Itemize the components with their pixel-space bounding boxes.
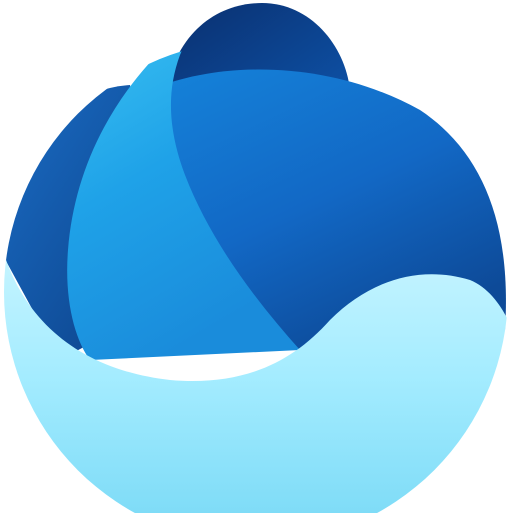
app-logo-icon bbox=[4, 3, 508, 513]
logo-canvas bbox=[0, 0, 512, 513]
